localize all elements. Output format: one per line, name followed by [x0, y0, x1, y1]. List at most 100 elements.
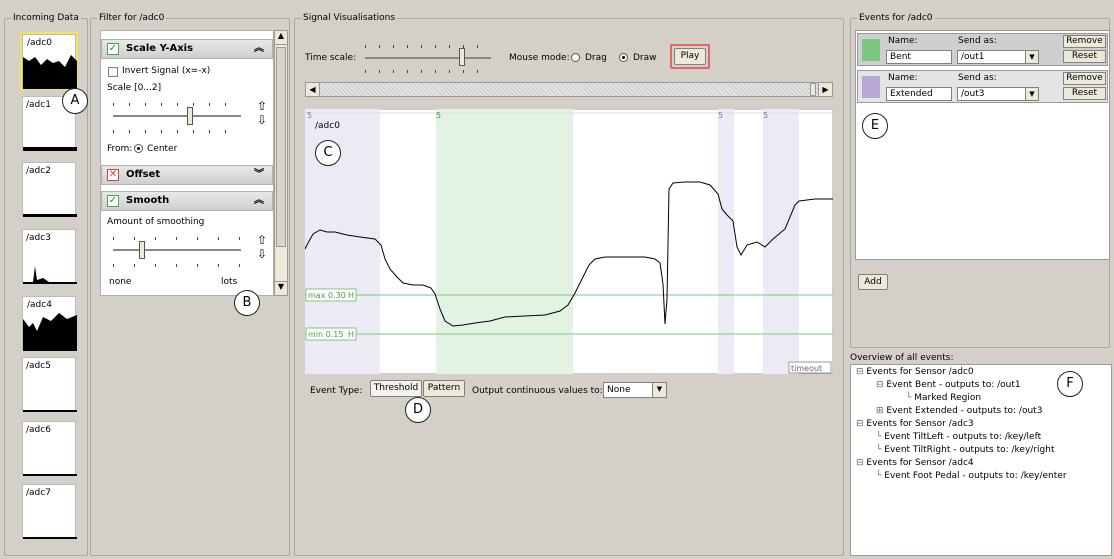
tree-node[interactable]: └ Event TiltLeft - outputs to: /key/left: [876, 430, 1041, 444]
event-color-swatch[interactable]: [862, 76, 880, 98]
event-name-input[interactable]: Extended: [886, 87, 952, 101]
scale-down-arrow-icon[interactable]: ⇩: [257, 113, 267, 127]
incoming-data-title: Incoming Data: [11, 12, 81, 24]
chevron-down-icon[interactable]: ▼: [1025, 88, 1038, 100]
tree-expander-icon[interactable]: ⊟: [876, 380, 886, 390]
scroll-left-icon[interactable]: ◀: [306, 83, 320, 96]
event-color-swatch[interactable]: [862, 39, 880, 61]
remove-event-button[interactable]: Remove: [1063, 35, 1106, 48]
tree-expander-icon[interactable]: ⊞: [876, 406, 886, 416]
event-row[interactable]: Name: Extended Send as: /out3 ▼ Remove Re…: [857, 70, 1108, 103]
smooth-heading: Smooth: [126, 195, 170, 206]
tree-expander-icon[interactable]: ⊟: [856, 419, 866, 429]
chevron-down-icon[interactable]: ▼: [1025, 51, 1038, 63]
chevron-down-icon[interactable]: ▼: [652, 383, 666, 397]
scale-up-arrow-icon[interactable]: ⇧: [257, 99, 267, 113]
smooth-slider-ticks: [113, 237, 241, 267]
marker-label: 5: [763, 111, 768, 120]
sensor-thumbnail[interactable]: /adc7: [22, 484, 77, 539]
smooth-enabled-icon[interactable]: ✓: [107, 195, 119, 207]
smooth-max-label: lots: [221, 277, 238, 287]
tree-node-label: Event Bent - outputs to: /out1: [886, 380, 1021, 390]
timeline-scroll-thumb[interactable]: [810, 83, 816, 96]
sensor-thumbnail[interactable]: /adc0: [20, 32, 78, 90]
sensor-thumbnail[interactable]: /adc3: [22, 229, 77, 284]
sensor-thumbnail-label: /adc3: [26, 233, 51, 243]
tree-node[interactable]: ⊟ Events for Sensor /adc4: [856, 456, 974, 470]
smooth-header[interactable]: ✓ Smooth ︽: [101, 191, 273, 211]
tree-node-label: Marked Region: [914, 393, 982, 403]
add-event-button[interactable]: Add: [858, 274, 888, 290]
filter-list: ✓ Scale Y-Axis ︽ Invert Signal (x=-x) Sc…: [100, 30, 274, 296]
scale-y-enabled-icon[interactable]: ✓: [107, 43, 119, 55]
collapse-icon[interactable]: ︽: [254, 192, 264, 210]
collapse-icon[interactable]: ︽: [254, 40, 264, 58]
event-name-label: Name:: [888, 36, 918, 46]
scroll-up-icon[interactable]: ▲: [275, 31, 287, 45]
tree-node[interactable]: └ Event TiltRight - outputs to: /key/rig…: [876, 443, 1054, 457]
event-send-select[interactable]: /out1 ▼: [957, 50, 1039, 64]
drag-radio[interactable]: [571, 53, 580, 62]
invert-label: Invert Signal (x=-x): [122, 66, 211, 76]
event-name-label: Name:: [888, 73, 918, 83]
annotation-a: A: [62, 88, 88, 114]
scale-y-heading: Scale Y-Axis: [126, 43, 194, 54]
smooth-down-arrow-icon[interactable]: ⇩: [257, 247, 267, 261]
time-scale-thumb[interactable]: [459, 48, 465, 66]
event-row[interactable]: Name: Bent Send as: /out1 ▼ Remove Reset: [857, 33, 1108, 66]
max-h-handle[interactable]: H: [348, 291, 354, 300]
smooth-up-arrow-icon[interactable]: ⇧: [257, 233, 267, 247]
sensor-thumbnail[interactable]: /adc6: [22, 421, 77, 476]
expand-icon[interactable]: ︾: [254, 166, 264, 184]
sensor-thumbnail-label: /adc0: [26, 38, 53, 48]
sensor-thumbnail[interactable]: /adc2: [22, 162, 77, 217]
event-name-input[interactable]: Bent: [886, 50, 952, 64]
min-h-handle[interactable]: H: [348, 330, 354, 339]
reset-event-button[interactable]: Reset: [1063, 50, 1106, 63]
center-radio[interactable]: [134, 144, 143, 153]
scale-slider-ticks: [113, 103, 241, 133]
sensor-thumbnail[interactable]: /adc5: [22, 357, 77, 412]
reset-event-button[interactable]: Reset: [1063, 87, 1106, 100]
scroll-thumb[interactable]: [276, 47, 286, 247]
tree-expander-icon[interactable]: ⊟: [856, 367, 866, 377]
smooth-slider-thumb[interactable]: [139, 241, 145, 259]
tree-node[interactable]: ⊞ Event Extended - outputs to: /out3: [876, 404, 1042, 418]
tree-node[interactable]: ⊟ Event Bent - outputs to: /out1: [876, 378, 1021, 392]
marker-label: 5: [307, 111, 312, 120]
offset-disabled-icon[interactable]: ✕: [107, 169, 119, 181]
scale-slider-thumb[interactable]: [187, 107, 193, 125]
invert-checkbox[interactable]: [108, 67, 118, 77]
tree-expander-icon[interactable]: ⊟: [856, 458, 866, 468]
tree-node[interactable]: └ Marked Region: [906, 391, 981, 405]
scale-y-header[interactable]: ✓ Scale Y-Axis ︽: [101, 39, 273, 59]
timeline-scrollbar[interactable]: ◀ ▶: [305, 82, 833, 97]
event-send-select[interactable]: /out3 ▼: [957, 87, 1039, 101]
draw-radio[interactable]: [619, 53, 628, 62]
scale-label: Scale [0...2]: [107, 83, 162, 93]
tree-node[interactable]: ⊟ Events for Sensor /adc0: [856, 365, 974, 379]
offset-header[interactable]: ✕ Offset ︾: [101, 165, 273, 185]
annotation-f: F: [1057, 371, 1083, 397]
signal-plot[interactable]: 5 5 5 5 /adc0 max 0.30 H min 0.15 H time…: [305, 109, 833, 374]
sensor-thumbnail[interactable]: /adc4: [22, 296, 77, 351]
pattern-button[interactable]: Pattern: [423, 380, 465, 397]
threshold-button[interactable]: Threshold: [370, 380, 422, 397]
scroll-right-icon[interactable]: ▶: [818, 83, 832, 96]
from-label: From:: [107, 144, 133, 154]
filter-scrollbar[interactable]: ▲ ▼: [274, 30, 288, 296]
sensor-thumbnail-label: /adc4: [26, 300, 53, 310]
mouse-mode-label: Mouse mode:: [509, 53, 570, 63]
tree-node-label: Event TiltLeft - outputs to: /key/left: [884, 432, 1042, 442]
tree-node-label: Events for Sensor /adc0: [866, 367, 974, 377]
marker-label: 5: [436, 111, 441, 120]
remove-event-button[interactable]: Remove: [1063, 72, 1106, 85]
output-select[interactable]: None ▼: [603, 382, 667, 398]
tree-node[interactable]: ⊟ Events for Sensor /adc3: [856, 417, 974, 431]
play-button[interactable]: Play: [674, 48, 706, 65]
scroll-down-icon[interactable]: ▼: [275, 281, 287, 295]
event-type-label: Event Type:: [310, 386, 363, 396]
output-select-value: None: [607, 385, 631, 395]
timeout-label: timeout: [791, 364, 822, 373]
tree-node[interactable]: └ Event Foot Pedal - outputs to: /key/en…: [876, 469, 1067, 483]
